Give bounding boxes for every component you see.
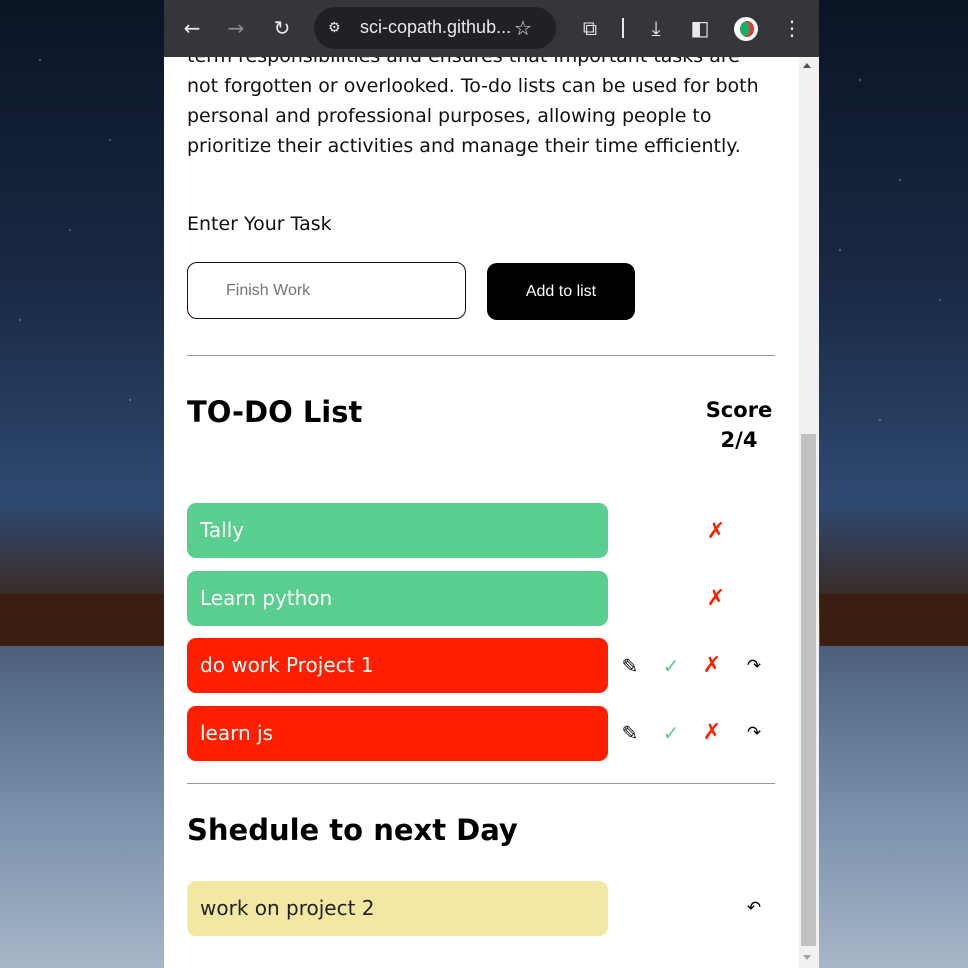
todo-item-text: Tally xyxy=(200,518,245,542)
task-input[interactable] xyxy=(187,262,466,319)
delete-icon[interactable]: ✗ xyxy=(704,521,728,545)
move-to-next-day-icon[interactable]: ↷ xyxy=(742,722,766,746)
tune-icon[interactable]: ⚙ xyxy=(328,19,348,37)
move-to-next-day-icon[interactable]: ↷ xyxy=(742,655,766,679)
check-icon[interactable]: ✓ xyxy=(659,655,683,679)
todo-item: learn js xyxy=(187,706,608,761)
score-display: Score 2/4 xyxy=(694,395,784,455)
todo-item: Tally xyxy=(187,503,608,558)
profile-avatar[interactable] xyxy=(734,17,758,41)
divider xyxy=(187,355,775,356)
todo-item-text: Learn python xyxy=(200,586,333,610)
toolbar-divider xyxy=(622,18,624,38)
side-panel-icon[interactable]: ◧ xyxy=(686,14,714,42)
score-value: 2/4 xyxy=(720,428,758,452)
score-label: Score xyxy=(705,398,773,422)
extensions-icon[interactable]: ⧉ xyxy=(576,14,604,42)
download-icon[interactable]: ⤓ xyxy=(642,14,670,42)
reload-icon[interactable]: ↻ xyxy=(268,14,296,42)
star-icon[interactable]: ☆ xyxy=(514,16,532,40)
check-icon[interactable]: ✓ xyxy=(659,722,683,746)
delete-icon[interactable]: ✗ xyxy=(704,588,728,612)
scroll-up-arrow-icon[interactable] xyxy=(803,63,811,68)
delete-icon[interactable]: ✗ xyxy=(700,722,724,746)
scheduled-item-text: work on project 2 xyxy=(200,896,375,920)
todo-item-text: do work Project 1 xyxy=(200,653,374,677)
back-icon[interactable]: ← xyxy=(178,14,206,42)
browser-window: ← → ↻ ⚙ sci-copath.github... ☆ ⧉ ⤓ ◧ ⋮ t… xyxy=(164,0,819,968)
wallpaper-landscape-left xyxy=(0,594,164,646)
task-input-label: Enter Your Task xyxy=(187,213,332,235)
scroll-down-arrow-icon[interactable] xyxy=(803,955,811,960)
edit-icon[interactable]: ✎ xyxy=(618,655,642,679)
browser-toolbar: ← → ↻ ⚙ sci-copath.github... ☆ ⧉ ⤓ ◧ ⋮ xyxy=(164,0,819,57)
vertical-scrollbar[interactable] xyxy=(799,57,819,968)
todo-item-text: learn js xyxy=(200,721,273,745)
page-content: term responsibilities and ensures that i… xyxy=(164,57,799,968)
url-text[interactable]: sci-copath.github... xyxy=(360,17,511,38)
todo-item: Learn python xyxy=(187,571,608,626)
restore-icon[interactable]: ↶ xyxy=(742,897,766,921)
wallpaper-landscape-right xyxy=(820,594,968,646)
forward-icon[interactable]: → xyxy=(222,14,250,42)
scheduled-item: work on project 2 xyxy=(187,881,608,936)
divider xyxy=(187,783,775,784)
todo-list-title: TO-DO List xyxy=(187,395,363,429)
add-to-list-button[interactable]: Add to list xyxy=(487,263,635,320)
edit-icon[interactable]: ✎ xyxy=(618,722,642,746)
delete-icon[interactable]: ✗ xyxy=(700,655,724,679)
schedule-title: Shedule to next Day xyxy=(187,813,518,847)
address-bar[interactable]: ⚙ sci-copath.github... ☆ xyxy=(314,7,556,49)
intro-paragraph: term responsibilities and ensures that i… xyxy=(187,57,759,157)
todo-item: do work Project 1 xyxy=(187,638,608,693)
scrollbar-thumb[interactable] xyxy=(801,434,816,946)
menu-icon[interactable]: ⋮ xyxy=(778,14,806,42)
